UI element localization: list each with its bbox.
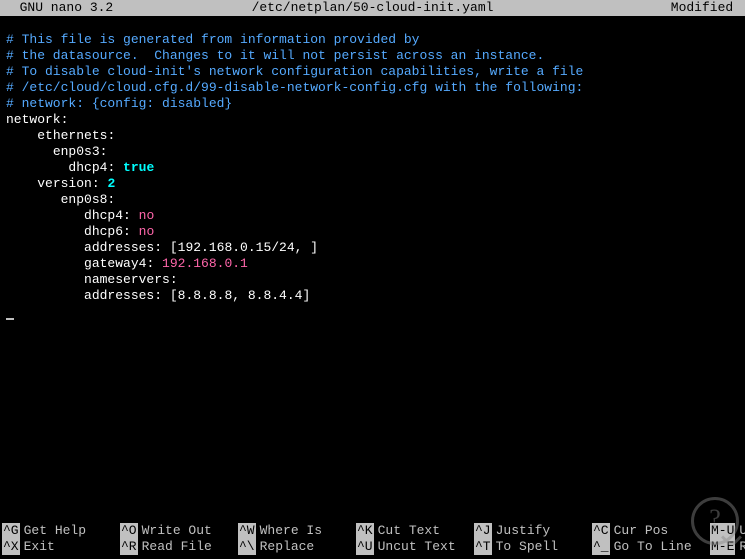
yaml-key: ethernets bbox=[37, 128, 107, 143]
comment-line: # network: {config: disabled} bbox=[6, 96, 232, 111]
shortcut-label: Write Out bbox=[142, 523, 212, 539]
shortcut-replace[interactable]: ^\Replace bbox=[238, 539, 338, 555]
shortcut-bar: ^GGet Help ^OWrite Out ^WWhere Is ^KCut … bbox=[0, 523, 745, 555]
yaml-value: 2 bbox=[107, 176, 115, 191]
editor-area[interactable]: # This file is generated from informatio… bbox=[0, 16, 745, 320]
shortcut-read-file[interactable]: ^RRead File bbox=[120, 539, 220, 555]
yaml-key: enp0s3 bbox=[53, 144, 100, 159]
key-combo: ^K bbox=[356, 523, 374, 539]
yaml-value: no bbox=[139, 224, 155, 239]
watermark-icon: ? bbox=[691, 497, 739, 545]
yaml-value: 192.168.0.1 bbox=[162, 256, 248, 271]
modified-status: Modified bbox=[671, 0, 741, 16]
cursor bbox=[6, 318, 14, 320]
shortcut-go-to-line[interactable]: ^_Go To Line bbox=[592, 539, 692, 555]
comment-line: # /etc/cloud/cloud.cfg.d/99-disable-netw… bbox=[6, 80, 583, 95]
shortcut-write-out[interactable]: ^OWrite Out bbox=[120, 523, 220, 539]
yaml-key: network bbox=[6, 112, 61, 127]
shortcut-label: Read File bbox=[142, 539, 212, 555]
shortcut-label: Exit bbox=[24, 539, 55, 555]
yaml-value: [8.8.8.8, 8.8.4.4] bbox=[170, 288, 310, 303]
comment-line: # the datasource. Changes to it will not… bbox=[6, 48, 544, 63]
shortcut-get-help[interactable]: ^GGet Help bbox=[2, 523, 102, 539]
key-combo: ^J bbox=[474, 523, 492, 539]
app-name: GNU nano 3.2 bbox=[4, 0, 113, 16]
yaml-value: [192.168.0.15/24, ] bbox=[170, 240, 318, 255]
key-combo: ^G bbox=[2, 523, 20, 539]
shortcut-where-is[interactable]: ^WWhere Is bbox=[238, 523, 338, 539]
shortcut-label: Cut Text bbox=[378, 523, 440, 539]
yaml-key: dhcp6 bbox=[84, 224, 123, 239]
yaml-key: enp0s8 bbox=[61, 192, 108, 207]
shortcut-to-spell[interactable]: ^TTo Spell bbox=[474, 539, 574, 555]
shortcut-cur-pos[interactable]: ^CCur Pos bbox=[592, 523, 692, 539]
yaml-key: dhcp4 bbox=[84, 208, 123, 223]
yaml-key: gateway4 bbox=[84, 256, 146, 271]
comment-line: # To disable cloud-init's network config… bbox=[6, 64, 583, 79]
shortcut-label: Where Is bbox=[260, 523, 322, 539]
key-combo: ^X bbox=[2, 539, 20, 555]
yaml-key: addresses bbox=[84, 288, 154, 303]
key-combo: ^C bbox=[592, 523, 610, 539]
shortcut-cut-text[interactable]: ^KCut Text bbox=[356, 523, 456, 539]
comment-line: # This file is generated from informatio… bbox=[6, 32, 419, 47]
shortcut-label: Redo bbox=[739, 539, 745, 555]
key-combo: ^\ bbox=[238, 539, 256, 555]
yaml-key: addresses bbox=[84, 240, 154, 255]
shortcut-label: Replace bbox=[260, 539, 315, 555]
shortcut-uncut-text[interactable]: ^UUncut Text bbox=[356, 539, 456, 555]
key-combo: ^O bbox=[120, 523, 138, 539]
shortcut-label: Get Help bbox=[24, 523, 86, 539]
yaml-key: version bbox=[37, 176, 92, 191]
yaml-key: nameservers bbox=[84, 272, 170, 287]
yaml-value: no bbox=[139, 208, 155, 223]
shortcut-justify[interactable]: ^JJustify bbox=[474, 523, 574, 539]
titlebar: GNU nano 3.2 /etc/netplan/50-cloud-init.… bbox=[0, 0, 745, 16]
shortcut-label: Cur Pos bbox=[614, 523, 669, 539]
shortcut-label: Go To Line bbox=[614, 539, 692, 555]
key-combo: ^R bbox=[120, 539, 138, 555]
key-combo: ^W bbox=[238, 523, 256, 539]
key-combo: ^T bbox=[474, 539, 492, 555]
key-combo: ^U bbox=[356, 539, 374, 555]
shortcut-label: Uncut Text bbox=[378, 539, 456, 555]
key-combo: ^_ bbox=[592, 539, 610, 555]
yaml-key: dhcp4 bbox=[68, 160, 107, 175]
shortcut-label: Justify bbox=[496, 523, 551, 539]
shortcut-exit[interactable]: ^XExit bbox=[2, 539, 102, 555]
yaml-value: true bbox=[123, 160, 154, 175]
shortcut-label: To Spell bbox=[496, 539, 558, 555]
